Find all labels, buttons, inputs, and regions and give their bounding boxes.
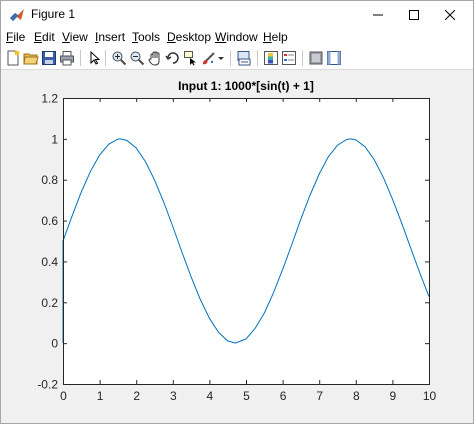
menu-view[interactable]: View xyxy=(62,30,88,44)
x-tick-label: 7 xyxy=(316,389,323,403)
figure-window: Figure 1 File Edit View Insert Tools Des… xyxy=(0,0,474,424)
toolbar-separator xyxy=(257,50,258,66)
y-tick-label: 1 xyxy=(51,132,58,146)
x-tick-label: 4 xyxy=(207,389,214,403)
x-tick-label: 10 xyxy=(423,389,437,403)
close-button[interactable] xyxy=(427,1,473,28)
line-chart[interactable]: 0 1 2 3 4 5 6 7 8 9 10-0.200.20.40.60.811.2 Input … xyxy=(1,70,473,423)
x-tick-label: 1 xyxy=(97,389,104,403)
title-bar[interactable]: Figure 1 xyxy=(1,1,473,28)
toolbar-separator xyxy=(105,50,106,66)
figure-toolbar xyxy=(1,47,473,70)
x-tick-label: 6 xyxy=(280,389,287,403)
menu-insert[interactable]: Insert xyxy=(95,30,125,44)
menu-desktop[interactable]: Desktop xyxy=(167,30,211,44)
zoom-out-icon[interactable] xyxy=(129,50,145,66)
show-plot-tools-icon[interactable] xyxy=(326,50,342,66)
menu-help[interactable]: Help xyxy=(263,30,288,44)
minimize-icon xyxy=(373,14,383,15)
menu-tools[interactable]: Tools xyxy=(132,30,160,44)
pan-icon[interactable] xyxy=(147,50,163,66)
menu-window[interactable]: Window xyxy=(215,30,258,44)
link-plot-icon[interactable] xyxy=(236,50,252,66)
open-file-icon[interactable] xyxy=(23,50,39,66)
x-tick-label: 5 xyxy=(243,389,250,403)
zoom-in-icon[interactable] xyxy=(111,50,127,66)
toolbar-separator xyxy=(230,50,231,66)
brush-icon[interactable] xyxy=(201,50,217,66)
menu-edit[interactable]: Edit xyxy=(34,30,55,44)
y-tick-label: 0.2 xyxy=(41,296,58,310)
y-tick-label: 0.8 xyxy=(41,173,58,187)
x-tick-label: 9 xyxy=(390,389,397,403)
matlab-icon xyxy=(10,9,24,21)
y-tick-label: 0.4 xyxy=(41,255,58,269)
axes-background xyxy=(63,98,429,384)
insert-legend-icon[interactable] xyxy=(281,50,297,66)
data-cursor-icon[interactable] xyxy=(183,50,199,66)
toolbar-separator xyxy=(80,50,81,66)
print-icon[interactable] xyxy=(59,50,75,66)
x-tick-label: 0 xyxy=(60,389,67,403)
y-tick-label: -0.2 xyxy=(37,378,58,392)
rotate-3d-icon[interactable] xyxy=(165,50,181,66)
close-icon xyxy=(445,9,455,20)
hide-plot-tools-icon[interactable] xyxy=(308,50,324,66)
y-tick-label: 0 xyxy=(51,337,58,351)
menu-bar: File Edit View Insert Tools Desktop Wind… xyxy=(1,28,473,47)
x-tick-label: 3 xyxy=(170,389,177,403)
y-tick-label: 1.2 xyxy=(41,92,58,106)
menu-file[interactable]: File xyxy=(6,30,25,44)
x-tick-label: 2 xyxy=(133,389,140,403)
edit-plot-icon[interactable] xyxy=(86,50,102,66)
new-figure-icon[interactable] xyxy=(5,50,21,66)
chart-title: Input 1: 1000*[sin(t) + 1] xyxy=(178,79,314,93)
figure-canvas[interactable]: 0 1 2 3 4 5 6 7 8 9 10 -0.2 0 0.2 0.4 0.6 0.8 1 1.2 Input … xyxy=(1,70,473,423)
insert-colorbar-icon[interactable] xyxy=(263,50,279,66)
y-tick-label: 0.6 xyxy=(41,214,58,228)
toolbar-separator xyxy=(302,50,303,66)
x-tick-label: 8 xyxy=(353,389,360,403)
window-title: Figure 1 xyxy=(31,7,76,21)
brush-dropdown-icon[interactable] xyxy=(217,50,225,66)
save-icon[interactable] xyxy=(41,50,57,66)
maximize-icon xyxy=(409,9,419,20)
